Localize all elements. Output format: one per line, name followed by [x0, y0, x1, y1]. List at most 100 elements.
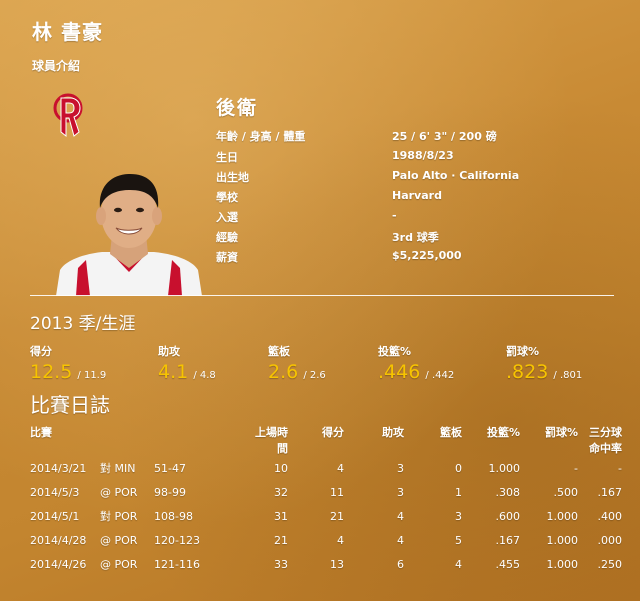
stat-season-value: .823 — [506, 361, 549, 383]
info-value: 25 / 6' 3" / 200 磅 — [392, 130, 497, 143]
header-three-pct: 三分球 命中率 — [589, 426, 622, 455]
header-game: 比賽 — [30, 426, 52, 439]
section-label: 球員介紹 — [32, 59, 81, 73]
game-log-row[interactable]: 2014/3/21 對 MIN 51-47 10 4 3 0 1.000 - - — [30, 456, 622, 480]
info-row-experience: 經驗 3rd 球季 — [216, 229, 596, 249]
game-fg-pct: .167 — [495, 533, 521, 547]
stat-points: 得分 12.5 / 11.9 — [30, 343, 150, 383]
info-row-birthday: 生日 1988/8/23 — [216, 149, 596, 169]
header-assists: 助攻 — [382, 426, 404, 439]
info-row-age-height-weight: 年齡 / 身高 / 體重 25 / 6' 3" / 200 磅 — [216, 128, 596, 148]
game-rebounds: 4 — [455, 557, 462, 571]
info-value: - — [392, 209, 397, 222]
game-three-pct: .167 — [597, 485, 623, 499]
game-fg-pct: .308 — [495, 485, 521, 499]
game-assists: 3 — [397, 461, 404, 475]
game-date: 2014/5/1 — [30, 509, 80, 523]
game-minutes: 31 — [274, 509, 288, 523]
game-rebounds: 5 — [455, 533, 462, 547]
game-score: 98-99 — [154, 485, 186, 499]
game-date: 2014/3/21 — [30, 461, 87, 475]
game-three-pct: .000 — [597, 533, 623, 547]
game-opponent: @ POR — [100, 485, 138, 499]
info-value: Harvard — [392, 189, 442, 202]
game-fg-pct: .600 — [495, 509, 521, 523]
info-row-school: 學校 Harvard — [216, 189, 596, 209]
game-log-row[interactable]: 2014/4/26 @ POR 121-116 33 13 6 4 .455 1… — [30, 552, 622, 576]
header-ft-pct: 罰球% — [544, 426, 578, 439]
game-opponent: @ POR — [100, 557, 138, 571]
game-three-pct: .250 — [597, 557, 623, 571]
player-position: 後衛 — [216, 97, 259, 119]
team-logo-icon — [46, 92, 90, 138]
stat-label: 投籃% — [378, 345, 412, 358]
header-points: 得分 — [322, 426, 344, 439]
game-minutes: 33 — [274, 557, 288, 571]
game-date: 2014/5/3 — [30, 485, 80, 499]
info-label: 經驗 — [216, 231, 238, 244]
game-score: 121-116 — [154, 557, 200, 571]
game-log-row[interactable]: 2014/5/1 對 POR 108-98 31 21 4 3 .600 1.0… — [30, 504, 622, 528]
game-three-pct: .400 — [597, 509, 623, 523]
game-points: 13 — [330, 557, 344, 571]
stat-career-value: / 11.9 — [77, 370, 107, 381]
game-points: 4 — [337, 461, 344, 475]
info-label: 生日 — [216, 151, 238, 164]
stat-assists: 助攻 4.1 / 4.8 — [158, 343, 278, 383]
game-score: 108-98 — [154, 509, 193, 523]
player-photo — [56, 168, 202, 296]
info-label: 入選 — [216, 211, 238, 224]
header-minutes: 上場時間 — [255, 426, 288, 455]
game-assists: 3 — [397, 485, 404, 499]
game-minutes: 21 — [274, 533, 288, 547]
stat-season-value: 2.6 — [268, 361, 299, 383]
header-rebounds: 籃板 — [440, 426, 462, 439]
game-date: 2014/4/28 — [30, 533, 87, 547]
game-points: 4 — [337, 533, 344, 547]
stat-career-value: / .801 — [553, 370, 583, 381]
game-assists: 4 — [397, 533, 404, 547]
info-value: Palo Alto · California — [392, 169, 520, 182]
game-minutes: 10 — [274, 461, 288, 475]
info-label: 出生地 — [216, 171, 249, 184]
game-opponent: 對 POR — [100, 510, 138, 523]
game-log-table: 比賽 上場時間 得分 助攻 籃板 投籃% 罰球% 三分球 命中率 2014/3/2… — [30, 424, 622, 576]
game-date: 2014/4/26 — [30, 557, 87, 571]
game-opponent: @ POR — [100, 533, 138, 547]
info-label: 薪資 — [216, 251, 238, 264]
game-ft-pct: 1.000 — [546, 509, 579, 523]
info-row-draft: 入選 - — [216, 209, 596, 229]
game-opponent: 對 MIN — [100, 462, 136, 475]
game-log-row[interactable]: 2014/4/28 @ POR 120-123 21 4 4 5 .167 1.… — [30, 528, 622, 552]
game-ft-pct: .500 — [553, 485, 579, 499]
game-score: 120-123 — [154, 533, 200, 547]
game-rebounds: 3 — [455, 509, 462, 523]
stat-label: 得分 — [30, 345, 52, 358]
game-fg-pct: .455 — [495, 557, 521, 571]
stat-rebounds: 籃板 2.6 / 2.6 — [268, 343, 388, 383]
info-row-birthplace: 出生地 Palo Alto · California — [216, 169, 596, 189]
season-title: 2013 季/生涯 — [30, 314, 136, 334]
game-ft-pct: 1.000 — [546, 533, 579, 547]
player-name: 林 書豪 — [32, 20, 103, 44]
stat-field-goal-pct: 投籃% .446 / .442 — [378, 343, 498, 383]
stat-label: 助攻 — [158, 345, 180, 358]
game-points: 21 — [330, 509, 344, 523]
game-log-title: 比賽日誌 — [30, 393, 110, 417]
stat-career-value: / 4.8 — [193, 370, 216, 381]
stat-season-value: 4.1 — [158, 361, 189, 383]
game-fg-pct: 1.000 — [488, 461, 521, 475]
game-assists: 6 — [397, 557, 404, 571]
header-fg-pct: 投籃% — [486, 426, 520, 439]
game-minutes: 32 — [274, 485, 288, 499]
stat-career-value: / .442 — [425, 370, 455, 381]
stat-season-value: 12.5 — [30, 361, 73, 383]
info-label: 年齡 / 身高 / 體重 — [216, 130, 306, 143]
game-three-pct: - — [618, 461, 622, 475]
game-score: 51-47 — [154, 461, 186, 475]
game-log-row[interactable]: 2014/5/3 @ POR 98-99 32 11 3 1 .308 .500… — [30, 480, 622, 504]
info-value: $5,225,000 — [392, 249, 462, 262]
stat-season-value: .446 — [378, 361, 421, 383]
stat-career-value: / 2.6 — [303, 370, 326, 381]
section-divider — [30, 295, 614, 296]
